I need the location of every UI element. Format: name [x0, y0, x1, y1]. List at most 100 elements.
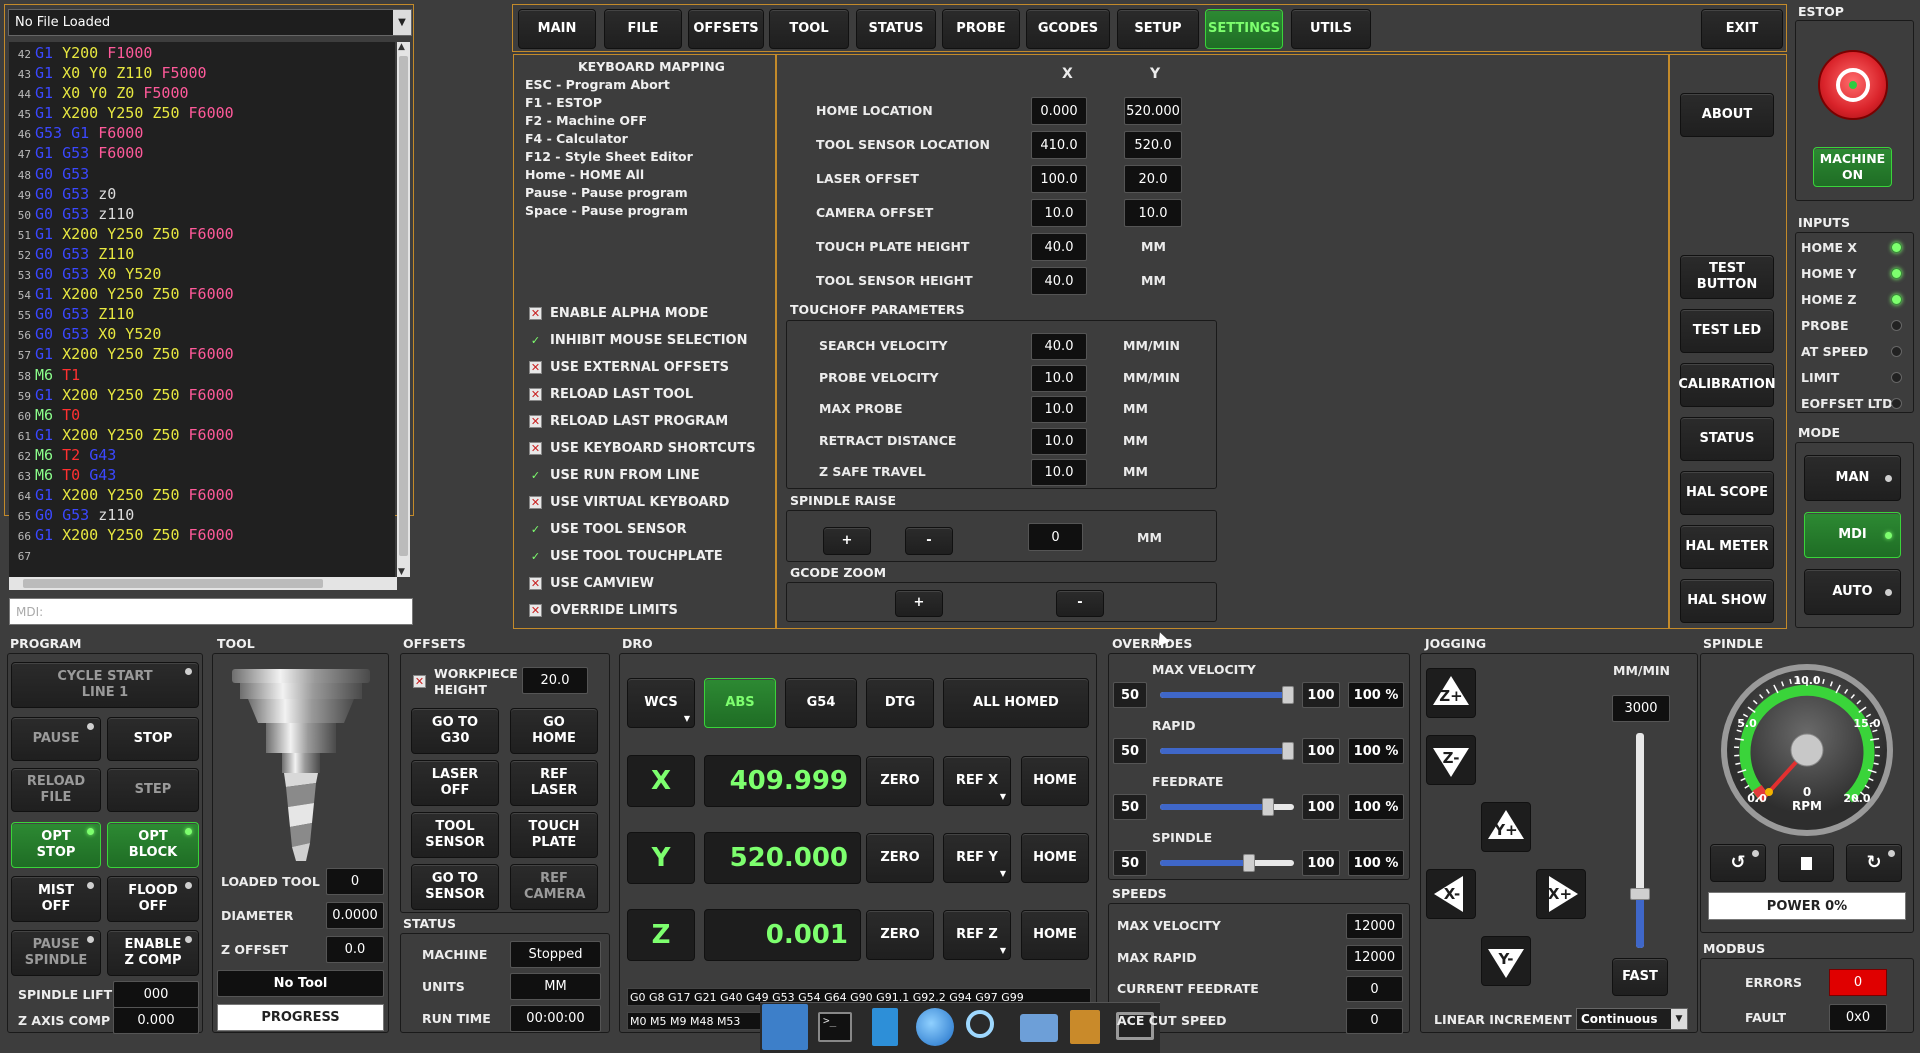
checkbox-x-icon[interactable]: ✕ [529, 496, 542, 509]
touchoff-value[interactable]: 10.0 [1031, 459, 1087, 486]
stop-button[interactable]: STOP [107, 717, 199, 761]
reload-file-button[interactable]: RELOAD FILE [11, 768, 101, 812]
checkbox-x-icon[interactable]: ✕ [413, 675, 426, 689]
gcode-line[interactable]: 67 [9, 546, 395, 566]
workpiece-height-checkbox[interactable]: ✕ WORKPIECE HEIGHT [413, 666, 523, 697]
override-min[interactable]: 50 [1113, 794, 1147, 820]
ref-z-button[interactable]: REF Z ▼ [943, 910, 1011, 960]
tab-gcodes[interactable]: GCODES [1026, 9, 1110, 49]
checkbox-x-icon[interactable]: ✕ [529, 415, 542, 428]
ref-y-button[interactable]: REF Y ▼ [943, 833, 1011, 883]
option-checkbox[interactable]: ✕ USE CAMVIEW [529, 576, 654, 591]
option-checkbox[interactable]: ✕ ENABLE ALPHA MODE [529, 306, 708, 321]
tab-offsets[interactable]: OFFSETS [688, 9, 764, 49]
laser-off-button[interactable]: LASER OFF [411, 760, 499, 806]
gcode-line[interactable]: 64 G1 X200 Y250 Z50 F6000 [9, 486, 395, 506]
override-slider[interactable] [1160, 686, 1294, 704]
location-y-value[interactable]: 20.0 [1124, 165, 1182, 193]
slider-handle[interactable] [1262, 798, 1275, 816]
file-selector[interactable]: No File Loaded ▼ [8, 9, 412, 36]
location-x-value[interactable]: 100.0 [1031, 165, 1087, 193]
hal-show-button[interactable]: HAL SHOW [1680, 579, 1774, 623]
axis-x-button[interactable]: X [627, 755, 695, 807]
gcode-line[interactable]: 44 G1 X0 Y0 Z0 F5000 [9, 84, 395, 104]
override-max[interactable]: 100 [1302, 682, 1340, 708]
checkbox-x-icon[interactable]: ✕ [529, 361, 542, 374]
chevron-down-icon[interactable]: ▼ [393, 10, 411, 35]
browser-globe-icon[interactable] [916, 1008, 954, 1046]
gcode-line[interactable]: 53 G0 G53 X0 Y520 [9, 265, 395, 285]
all-homed-button[interactable]: ALL HOMED [943, 678, 1089, 728]
desktop-icon[interactable] [762, 1004, 808, 1050]
location-x-value[interactable]: 40.0 [1031, 267, 1087, 295]
home-z-button[interactable]: HOME [1021, 910, 1089, 960]
pause-button[interactable]: PAUSE [11, 717, 101, 761]
machine-on-button[interactable]: MACHINE ON [1813, 147, 1892, 187]
touchoff-value[interactable]: 10.0 [1031, 427, 1087, 455]
gcode-viewer[interactable]: 42 G1 Y200 F1000 43 G1 X0 Y0 Z110 F5000 44 G1… [9, 42, 395, 577]
option-checkbox[interactable]: ✓ USE TOOL SENSOR [529, 522, 687, 537]
gcode-line[interactable]: 56 G0 G53 X0 Y520 [9, 325, 395, 345]
hal-scope-button[interactable]: HAL SCOPE [1680, 471, 1774, 515]
gcode-line[interactable]: 61 G1 X200 Y250 Z50 F6000 [9, 426, 395, 446]
opt-block-button[interactable]: OPT BLOCK [107, 822, 199, 868]
step-button[interactable]: STEP [107, 768, 199, 812]
enable-zcomp-button[interactable]: ENABLE Z COMP [107, 930, 199, 976]
gcode-line[interactable]: 52 G0 G53 Z110 [9, 245, 395, 265]
test-led-button[interactable]: TEST LED [1680, 309, 1774, 353]
gcode-zoom-minus-button[interactable]: - [1056, 590, 1104, 617]
checkmark-icon[interactable]: ✓ [529, 334, 542, 347]
checkmark-icon[interactable]: ✓ [529, 550, 542, 563]
dtg-button[interactable]: DTG [866, 678, 934, 728]
gcode-line[interactable]: 58 M6 T1 [9, 366, 395, 386]
jog-rate-slider[interactable] [1630, 733, 1650, 948]
chevron-down-icon[interactable]: ▼ [1671, 1009, 1687, 1029]
abs-button[interactable]: ABS [704, 678, 776, 728]
gcode-line[interactable]: 45 G1 X200 Y250 Z50 F6000 [9, 104, 395, 124]
touch-plate-button[interactable]: TOUCH PLATE [510, 812, 598, 858]
location-y-value[interactable]: 10.0 [1124, 199, 1182, 227]
override-slider[interactable] [1160, 798, 1294, 816]
slider-handle[interactable] [1282, 686, 1294, 704]
option-checkbox[interactable]: ✕ USE KEYBOARD SHORTCUTS [529, 441, 756, 456]
option-checkbox[interactable]: ✓ USE TOOL TOUCHPLATE [529, 549, 723, 564]
gcode-line[interactable]: 42 G1 Y200 F1000 [9, 44, 395, 64]
folder-icon[interactable] [1020, 1014, 1058, 1042]
flood-button[interactable]: FLOOD OFF [107, 876, 199, 922]
spindle-stop-button[interactable] [1778, 844, 1834, 882]
gcode-line[interactable]: 43 G1 X0 Y0 Z110 F5000 [9, 64, 395, 84]
touchoff-value[interactable]: 10.0 [1031, 364, 1087, 392]
workpiece-height-value[interactable]: 20.0 [522, 667, 588, 694]
tab-setup[interactable]: SETUP [1117, 9, 1199, 49]
gcode-line[interactable]: 60 M6 T0 [9, 406, 395, 426]
gcode-line[interactable]: 46 G53 G1 F6000 [9, 124, 395, 144]
about-button[interactable]: ABOUT [1680, 93, 1774, 137]
go-home-button[interactable]: GO HOME [510, 708, 598, 754]
tab-tool[interactable]: TOOL [769, 9, 849, 49]
spindle-raise-plus-button[interactable]: + [823, 527, 871, 555]
gcode-zoom-plus-button[interactable]: + [895, 590, 943, 617]
slider-handle[interactable] [1242, 854, 1255, 872]
calibration-button[interactable]: CALIBRATION [1678, 363, 1776, 407]
location-x-value[interactable]: 10.0 [1031, 199, 1087, 227]
gcode-line[interactable]: 47 G1 G53 F6000 [9, 144, 395, 164]
zaxis-comp-value[interactable]: 0.000 [113, 1007, 199, 1034]
pause-spindle-button[interactable]: PAUSE SPINDLE [11, 930, 101, 976]
estop-button[interactable] [1818, 50, 1888, 120]
gcode-line[interactable]: 49 G0 G53 z0 [9, 185, 395, 205]
override-max[interactable]: 100 [1302, 850, 1340, 876]
override-min[interactable]: 50 [1113, 738, 1147, 764]
jog-z-minus-button[interactable]: Z- [1426, 735, 1476, 785]
archive-icon[interactable] [1070, 1010, 1100, 1044]
axis-y-button[interactable]: Y [627, 832, 695, 884]
jog-x-plus-button[interactable]: X+ [1536, 869, 1586, 919]
gcode-line[interactable]: 57 G1 X200 Y250 Z50 F6000 [9, 345, 395, 365]
ref-camera-button[interactable]: REF CAMERA [510, 864, 598, 910]
axis-z-button[interactable]: Z [627, 909, 695, 961]
override-slider[interactable] [1160, 854, 1294, 872]
checkmark-icon[interactable]: ✓ [529, 469, 542, 482]
home-y-button[interactable]: HOME [1021, 833, 1089, 883]
location-x-value[interactable]: 410.0 [1031, 131, 1087, 159]
option-checkbox[interactable]: ✕ RELOAD LAST TOOL [529, 387, 693, 402]
gcode-line[interactable]: 59 G1 X200 Y250 Z50 F6000 [9, 386, 395, 406]
